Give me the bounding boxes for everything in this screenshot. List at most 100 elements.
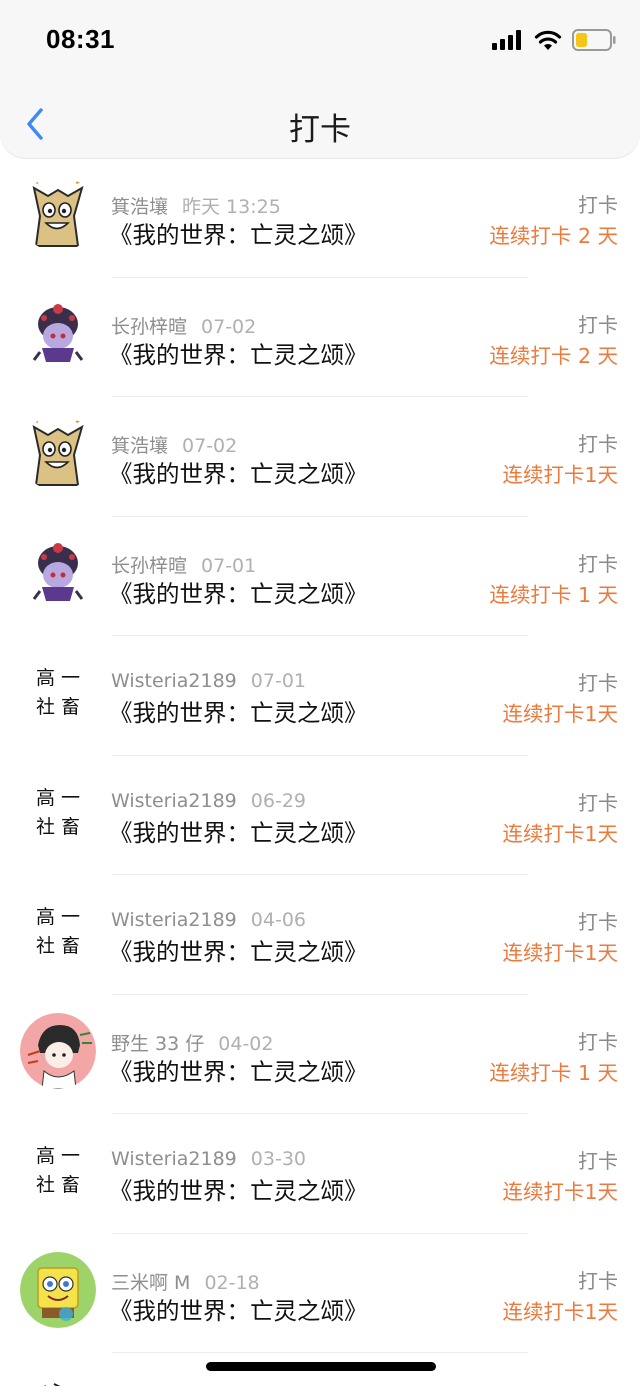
item-meta: Wisteria2189 03-30 bbox=[111, 1148, 306, 1170]
checkin-tag: 打卡 bbox=[578, 910, 618, 934]
checkin-tag: 打卡 bbox=[578, 193, 618, 217]
svg-text:社 畜: 社 畜 bbox=[36, 816, 80, 838]
streak-label: 连续打卡 2 天 bbox=[489, 343, 618, 368]
wifi-icon bbox=[534, 30, 562, 50]
page-title: 打卡 bbox=[289, 112, 351, 148]
item-meta: 长孙梓暄 07-01 bbox=[111, 551, 256, 578]
checkin-date: 昨天 13:25 bbox=[182, 196, 281, 218]
checkin-tag: 打卡 bbox=[578, 551, 618, 576]
streak-label: 连续打卡1天 bbox=[502, 941, 618, 965]
checkin-item[interactable]: 长孙梓暄 07-02 《我的世界：亡灵之颂》 打卡 连续打卡 2 天 bbox=[0, 278, 640, 397]
checkin-date: 02-18 bbox=[204, 1271, 260, 1294]
item-meta: Wisteria2189 07-01 bbox=[111, 670, 306, 692]
book-title[interactable]: 《我的世界：亡灵之颂》 bbox=[109, 336, 368, 370]
checkin-tag: 打卡 bbox=[578, 1268, 618, 1293]
username[interactable]: 三米啊 M bbox=[111, 1272, 190, 1294]
checkin-item[interactable]: 高 一 社 畜 Wisteria2189 03-30 《我的世界：亡灵之颂》 打卡… bbox=[0, 1114, 640, 1234]
checkin-item[interactable]: 箕浩壤 昨天 13:25 《我的世界：亡灵之颂》 打卡 连续打卡 2 天 bbox=[0, 158, 640, 278]
streak-label: 连续打卡1天 bbox=[502, 702, 618, 726]
svg-text:高 一: 高 一 bbox=[36, 1145, 80, 1167]
username[interactable]: 箕浩壤 bbox=[111, 435, 168, 457]
checkin-date: 04-06 bbox=[250, 909, 306, 931]
streak-label: 连续打卡 2 天 bbox=[489, 224, 618, 248]
book-title[interactable]: 《我的世界：亡灵之颂》 bbox=[109, 814, 368, 848]
checkin-date: 07-02 bbox=[182, 435, 238, 457]
item-meta: 长孙梓暄 07-02 bbox=[111, 312, 256, 339]
checkin-tag: 打卡 bbox=[578, 432, 618, 456]
checkin-item[interactable]: 三米啊 M 02-18 《我的世界：亡灵之颂》 打卡 连续打卡1天 bbox=[0, 1234, 640, 1353]
checkin-tag: 打卡 bbox=[578, 312, 618, 337]
svg-text:高 一: 高 一 bbox=[36, 906, 80, 928]
battery-icon bbox=[572, 29, 616, 51]
item-meta: 箕浩壤 07-02 bbox=[111, 431, 237, 458]
checkin-date: 06-29 bbox=[250, 789, 306, 812]
streak-label: 连续打卡1天 bbox=[502, 821, 618, 846]
checkin-item[interactable]: 箕浩壤 07-02 《我的世界：亡灵之颂》 打卡 连续打卡1天 bbox=[0, 397, 640, 517]
calligraphy-avatar[interactable]: 高 一 社 畜 bbox=[20, 893, 96, 969]
purple-chibi-avatar[interactable] bbox=[20, 535, 96, 611]
book-title[interactable]: 《我的世界：亡灵之颂》 bbox=[109, 1172, 368, 1206]
status-time: 08:31 bbox=[46, 24, 115, 54]
book-title[interactable]: 《我的世界：亡灵之颂》 bbox=[109, 455, 368, 489]
username[interactable]: 长孙梓暄 bbox=[111, 316, 187, 338]
username[interactable]: Wisteria2189 bbox=[111, 790, 237, 812]
divider bbox=[112, 1352, 528, 1353]
username[interactable]: Wisteria2189 bbox=[111, 1148, 237, 1170]
svg-text:高 一: 高 一 bbox=[36, 787, 80, 809]
streak-label: 连续打卡1天 bbox=[502, 463, 618, 487]
book-title[interactable]: 《我的世界：亡灵之颂》 bbox=[109, 694, 368, 728]
checkin-tag: 打卡 bbox=[578, 1029, 618, 1054]
item-meta: Wisteria2189 06-29 bbox=[111, 790, 306, 812]
beige-cartoon-avatar[interactable] bbox=[20, 415, 96, 491]
checkin-item[interactable]: 高 一 社 畜 Wisteria2189 07-01 《我的世界：亡灵之颂》 打卡… bbox=[0, 636, 640, 756]
item-meta: 三米啊 M 02-18 bbox=[111, 1268, 260, 1295]
username[interactable]: 箕浩壤 bbox=[111, 196, 168, 218]
streak-label: 连续打卡 1 天 bbox=[489, 1060, 618, 1085]
checkin-item[interactable]: 高 一 社 畜 Wisteria2189 04-06 《我的世界：亡灵之颂》 打卡… bbox=[0, 875, 640, 995]
book-title[interactable]: 《我的世界：亡灵之颂》 bbox=[109, 1292, 368, 1326]
item-meta: Wisteria2189 04-06 bbox=[111, 909, 306, 931]
checkin-date: 07-02 bbox=[201, 315, 257, 338]
username[interactable]: 长孙梓暄 bbox=[111, 555, 187, 577]
streak-label: 连续打卡1天 bbox=[502, 1180, 618, 1204]
item-meta: 野生 33 仔 04-02 bbox=[111, 1029, 273, 1056]
username[interactable]: Wisteria2189 bbox=[111, 670, 237, 692]
streak-label: 连续打卡 1 天 bbox=[489, 582, 618, 607]
svg-text:社 畜: 社 畜 bbox=[36, 1174, 80, 1196]
beige-cartoon-avatar[interactable] bbox=[20, 176, 96, 252]
checkin-item[interactable]: 野生 33 仔 04-02 《我的世界：亡灵之颂》 打卡 连续打卡 1 天 bbox=[0, 995, 640, 1114]
username[interactable]: 野生 33 仔 bbox=[111, 1033, 204, 1055]
home-indicator[interactable] bbox=[206, 1362, 436, 1371]
signal-icon bbox=[492, 30, 521, 50]
book-title[interactable]: 《我的世界：亡灵之颂》 bbox=[109, 933, 368, 967]
checkin-date: 03-30 bbox=[250, 1148, 306, 1170]
checkin-list: 箕浩壤 昨天 13:25 《我的世界：亡灵之颂》 打卡 连续打卡 2 天 长孙梓暄… bbox=[0, 158, 640, 1353]
item-meta: 箕浩壤 昨天 13:25 bbox=[111, 192, 281, 219]
checkin-date: 04-02 bbox=[218, 1032, 274, 1055]
header: 08:31 打卡 bbox=[0, 0, 640, 158]
checkin-tag: 打卡 bbox=[578, 671, 618, 695]
purple-chibi-avatar[interactable] bbox=[20, 296, 96, 372]
screen: 08:31 打卡 箕浩壤 昨天 13:25 《我的世界：亡灵之颂》 打卡 连续打… bbox=[0, 0, 640, 1386]
calligraphy-avatar[interactable]: 高 一 社 畜 bbox=[20, 773, 96, 850]
svg-text:高 一: 高 一 bbox=[36, 667, 80, 689]
book-title[interactable]: 《我的世界：亡灵之颂》 bbox=[109, 1053, 368, 1087]
svg-text:社 畜: 社 畜 bbox=[36, 696, 80, 718]
calligraphy-avatar[interactable]: 高 一 社 畜 bbox=[20, 1132, 96, 1208]
checkin-date: 07-01 bbox=[201, 554, 257, 577]
checkin-item[interactable]: 长孙梓暄 07-01 《我的世界：亡灵之颂》 打卡 连续打卡 1 天 bbox=[0, 517, 640, 636]
checkin-date: 07-01 bbox=[250, 670, 306, 692]
partial-avatar bbox=[43, 1383, 61, 1386]
status-icons bbox=[492, 28, 616, 52]
checkin-tag: 打卡 bbox=[578, 1149, 618, 1173]
book-title[interactable]: 《我的世界：亡灵之颂》 bbox=[109, 575, 368, 609]
streak-label: 连续打卡1天 bbox=[502, 1299, 618, 1324]
calligraphy-avatar[interactable]: 高 一 社 畜 bbox=[20, 654, 96, 730]
svg-text:社 畜: 社 畜 bbox=[36, 935, 80, 957]
checkin-item[interactable]: 高 一 社 畜 Wisteria2189 06-29 《我的世界：亡灵之颂》 打卡… bbox=[0, 756, 640, 875]
pink-sketch-avatar[interactable] bbox=[20, 1012, 96, 1089]
book-title[interactable]: 《我的世界：亡灵之颂》 bbox=[109, 216, 368, 250]
checkin-tag: 打卡 bbox=[578, 790, 618, 815]
username[interactable]: Wisteria2189 bbox=[111, 909, 237, 931]
sponge-cartoon-avatar[interactable] bbox=[20, 1251, 96, 1328]
